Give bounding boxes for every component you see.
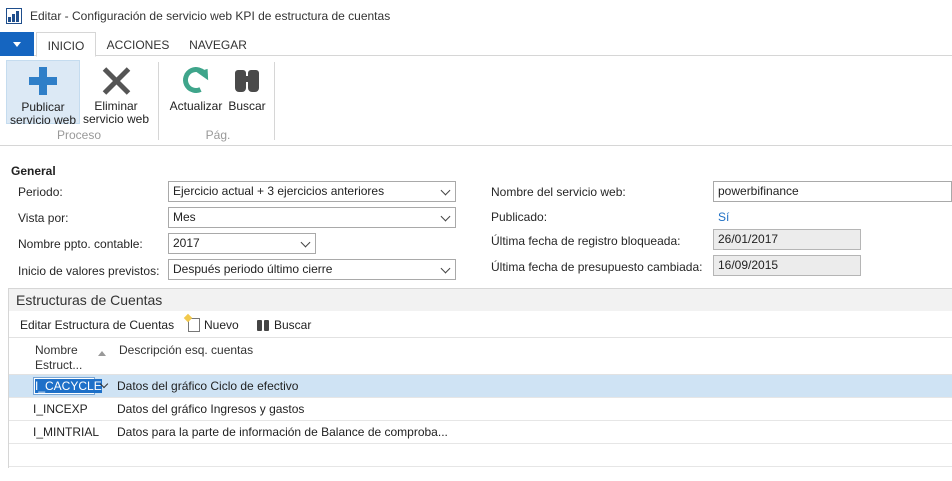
column-header-nombre-line1: Nombre	[35, 343, 78, 357]
table-row[interactable]: I_CACYCLE Datos del gráfico Ciclo de efe…	[9, 375, 952, 398]
chevron-down-icon	[300, 237, 311, 248]
row-description: Datos del gráfico Ingresos y gastos	[117, 402, 305, 416]
inicio-select[interactable]: Después periodo último cierre	[168, 259, 456, 280]
new-label: Nuevo	[204, 318, 239, 332]
find-label: Buscar	[228, 99, 266, 113]
window-title: Editar - Configuración de servicio web K…	[30, 9, 391, 23]
chevron-down-icon	[440, 211, 451, 222]
find-list-label: Buscar	[274, 318, 312, 332]
refresh-label: Actualizar	[169, 99, 223, 113]
periodo-value: Ejercicio actual + 3 ejercicios anterior…	[173, 184, 385, 198]
servicio-label: Nombre del servicio web:	[491, 185, 626, 199]
group-separator	[158, 62, 159, 140]
app-menu-button[interactable]	[0, 32, 34, 56]
registro-value: 26/01/2017	[713, 229, 861, 250]
tab-acciones[interactable]: ACCIONES	[100, 32, 176, 56]
column-header-descripcion[interactable]: Descripción esq. cuentas	[119, 343, 253, 358]
find-list-button[interactable]: Buscar	[256, 318, 311, 332]
ribbon-tab-row: INICIO ACCIONES NAVEGAR	[0, 32, 952, 57]
inicio-label: Inicio de valores previstos:	[18, 264, 160, 278]
group-label-pag: Pág.	[205, 128, 231, 142]
refresh-button[interactable]: Actualizar	[168, 60, 224, 124]
periodo-select[interactable]: Ejercicio actual + 3 ejercicios anterior…	[168, 181, 456, 202]
edit-structure-button[interactable]: Editar Estructura de Cuentas	[20, 318, 174, 332]
row-description: Datos del gráfico Ciclo de efectivo	[117, 379, 299, 393]
row-name[interactable]: I_MINTRIAL	[33, 425, 99, 439]
publicado-label: Publicado:	[491, 210, 548, 224]
row-name: I_CACYCLE	[35, 379, 102, 393]
periodo-label: Periodo:	[18, 185, 63, 199]
refresh-icon	[179, 63, 214, 97]
publish-label-line2: servicio web	[9, 113, 77, 127]
column-header-nombre[interactable]: Nombre Estruct...	[35, 343, 82, 373]
column-header-nombre-line2: Estruct...	[35, 358, 83, 372]
caret-down-icon	[13, 41, 21, 47]
group-separator	[274, 62, 275, 140]
delete-x-icon	[100, 64, 132, 96]
table-row[interactable]: I_MINTRIAL Datos para la parte de inform…	[9, 421, 952, 444]
title-bar: Editar - Configuración de servicio web K…	[0, 0, 952, 32]
plus-icon	[27, 65, 59, 97]
presupuesto-value: 16/09/2015	[713, 255, 861, 276]
servicio-input[interactable]: powerbifinance	[713, 181, 952, 202]
vista-label: Vista por:	[18, 211, 69, 225]
inicio-value: Después periodo último cierre	[173, 262, 333, 276]
presupuesto-label: Última fecha de presupuesto cambiada:	[491, 260, 703, 274]
publicado-value-link[interactable]: Sí	[718, 210, 729, 224]
publish-web-service-button[interactable]: Publicar servicio web	[6, 60, 80, 127]
registro-label: Última fecha de registro bloqueada:	[491, 234, 681, 248]
row-name-input[interactable]: I_CACYCLE	[33, 377, 102, 395]
ppto-select[interactable]: 2017	[168, 233, 316, 254]
row-description: Datos para la parte de información de Ba…	[117, 425, 448, 439]
row-name[interactable]: I_INCEXP	[33, 402, 88, 416]
ppto-value: 2017	[173, 236, 200, 250]
chevron-down-icon	[440, 263, 451, 274]
delete-label-line2: servicio web	[82, 112, 150, 126]
vista-select[interactable]: Mes	[168, 207, 456, 228]
section-title-general: General	[11, 164, 56, 178]
sort-ascending-icon	[98, 351, 106, 356]
delete-web-service-button[interactable]: Eliminar servicio web	[80, 60, 152, 126]
ribbon: Publicar servicio web Eliminar servicio …	[0, 56, 952, 146]
table-row[interactable]: I_INCEXP Datos del gráfico Ingresos y ga…	[9, 398, 952, 421]
binoculars-icon	[231, 64, 263, 96]
estructuras-title: Estructuras de Cuentas	[16, 292, 163, 308]
chevron-down-icon	[440, 185, 451, 196]
tab-navegar[interactable]: NAVEGAR	[180, 32, 256, 56]
new-document-icon	[188, 318, 200, 332]
ppto-label: Nombre ppto. contable:	[18, 237, 143, 251]
group-label-proceso: Proceso	[56, 128, 102, 142]
app-chart-icon	[6, 8, 22, 24]
vista-value: Mes	[173, 210, 196, 224]
find-button[interactable]: Buscar	[226, 60, 268, 124]
table-row-empty	[9, 444, 952, 467]
new-button[interactable]: Nuevo	[188, 318, 239, 332]
tab-inicio[interactable]: INICIO	[36, 32, 96, 57]
edit-structure-label: Editar Estructura de Cuentas	[20, 318, 175, 332]
row-selector[interactable]	[9, 375, 29, 398]
divider	[9, 337, 952, 338]
binoculars-icon	[256, 319, 270, 331]
